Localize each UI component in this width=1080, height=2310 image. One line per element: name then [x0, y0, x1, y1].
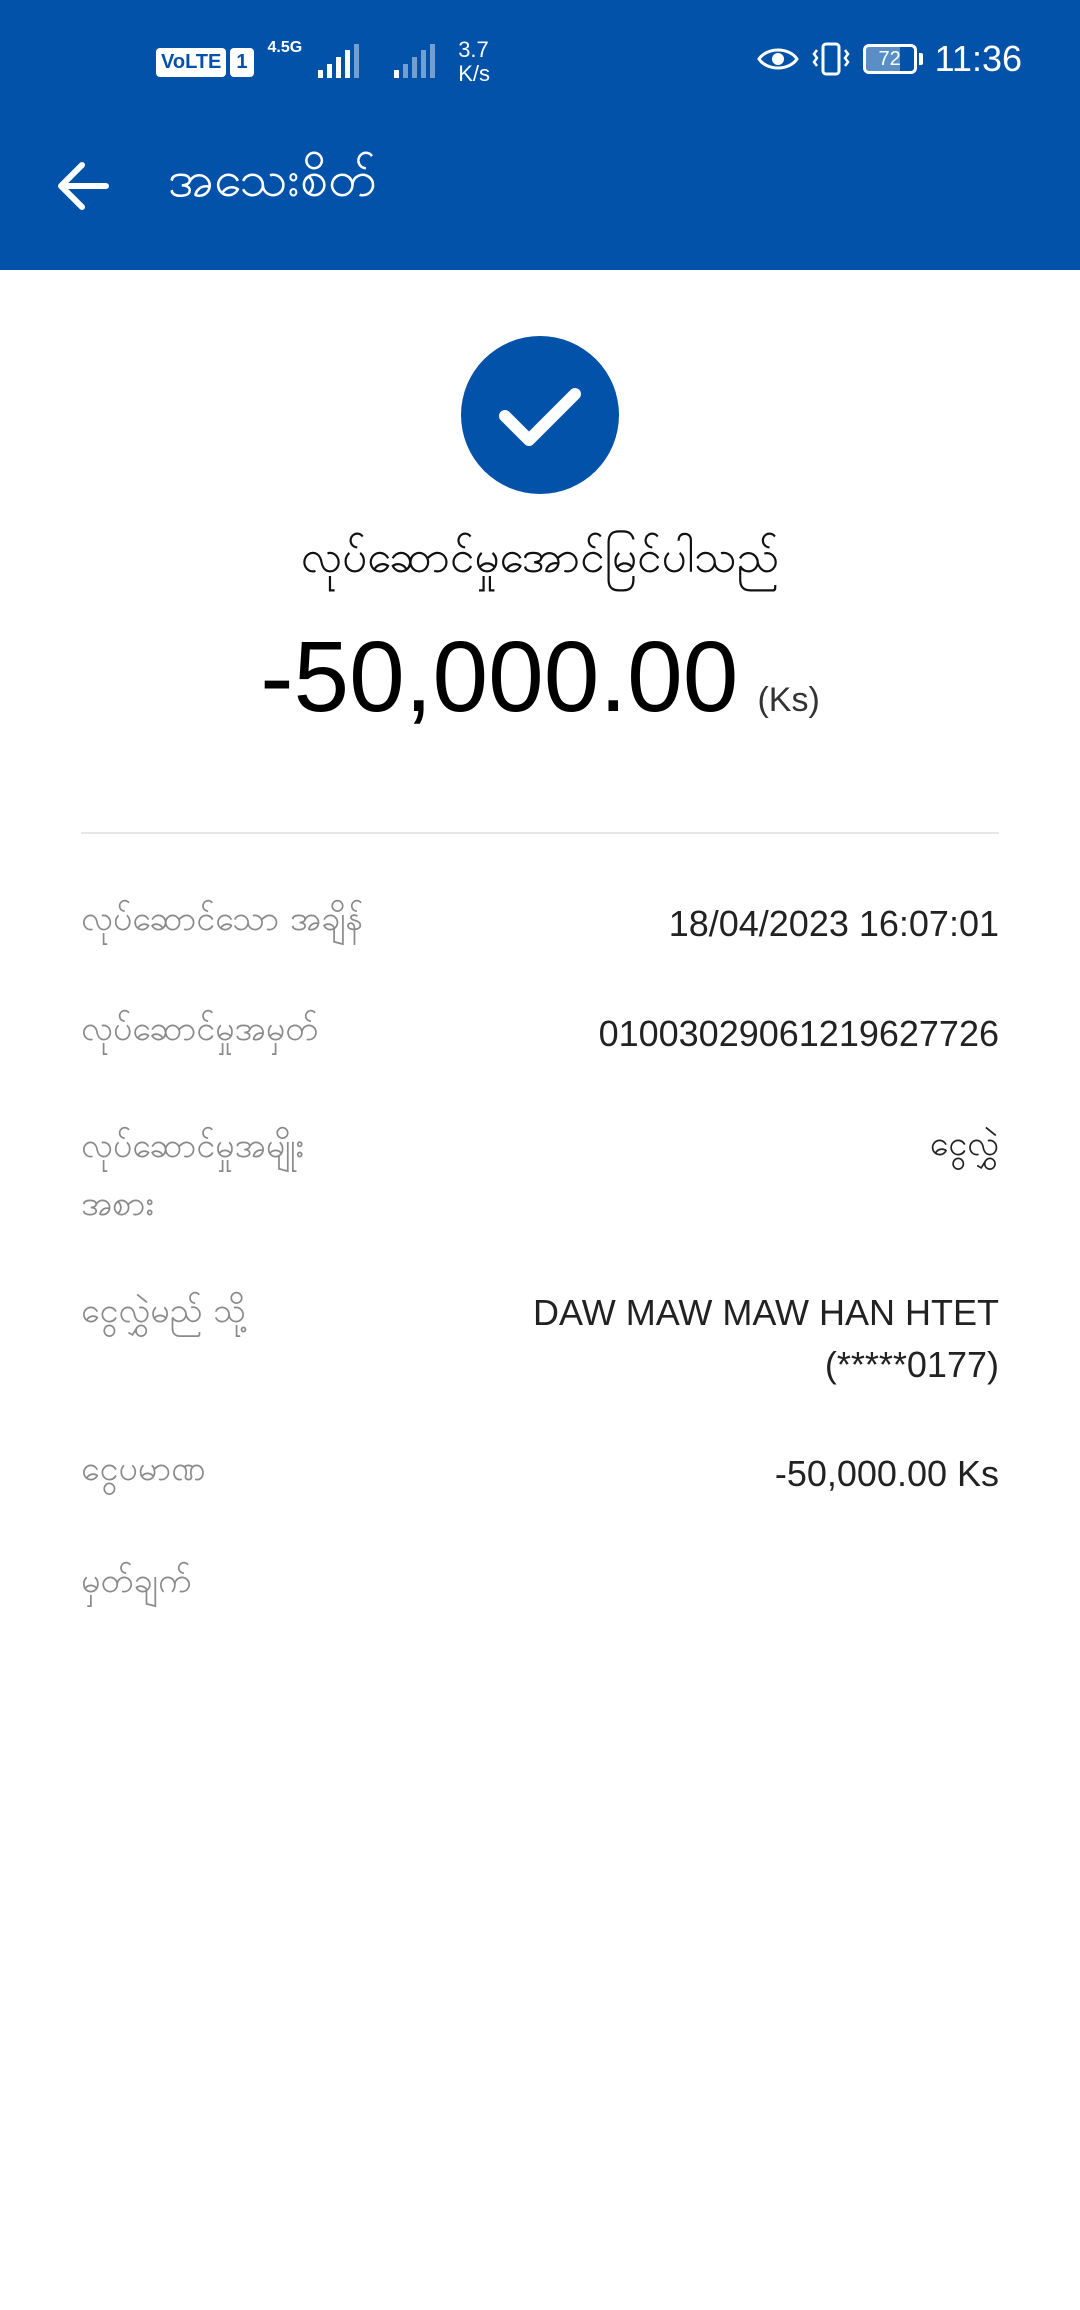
recipient-account: (*****0177) — [824, 1344, 999, 1385]
status-time: 11:36 — [934, 38, 1022, 79]
signal-icon — [318, 44, 360, 78]
page-title: အသေးစိတ် — [168, 150, 377, 208]
section-divider — [81, 832, 999, 834]
recipient-label: ငွေလွှဲမည် သို့ — [81, 1291, 247, 1331]
network-speed: 3.7 K/s — [458, 38, 490, 86]
eye-icon — [756, 48, 799, 70]
transaction-id-label: လုပ်ဆောင်မှုအမှတ် — [81, 1009, 319, 1049]
recipient-name: DAW MAW MAW HAN HTET — [533, 1292, 999, 1333]
success-message: လုပ်ဆောင်မှုအောင်မြင်ပါသည် — [300, 532, 780, 583]
transaction-time-value: 18/04/2023 16:07:01 — [668, 903, 999, 944]
app-header: VoLTE 1 4.5G 3.7 K/s 72 11:36 အသေးစိတ် — [0, 0, 1080, 270]
status-bar-left: VoLTE 1 4.5G 3.7 K/s — [156, 38, 490, 86]
transaction-amount: -50,000.00 — [260, 621, 739, 733]
recipient-value: DAW MAW MAW HAN HTET (*****0177) — [439, 1287, 999, 1391]
transaction-type-label-line2: အစား — [81, 1184, 154, 1224]
amount-value: -50,000.00 Ks — [774, 1453, 999, 1494]
network-type-label: 4.5G — [267, 39, 303, 56]
battery-percentage: 72 — [878, 47, 901, 70]
volte-badge: VoLTE 1 — [156, 47, 254, 77]
check-icon — [499, 388, 581, 446]
battery-tip — [918, 53, 923, 65]
success-check-badge — [461, 336, 619, 494]
transaction-id-value: 01003029061219627726 — [598, 1013, 999, 1054]
amount-label: ငွေပမာဏ — [81, 1449, 206, 1489]
currency-label: (Ks) — [757, 681, 820, 719]
status-bar-right: 72 11:36 — [756, 38, 1022, 80]
transaction-type-value: ငွေလွှဲ — [929, 1124, 999, 1164]
arrow-left-icon — [58, 162, 109, 210]
amount-display: -50,000.00 (Ks) — [0, 620, 1080, 735]
signal-icon-sim2 — [394, 44, 436, 78]
battery-body: 72 — [862, 44, 917, 74]
vibrate-icon — [812, 42, 850, 76]
network-speed-value: 3.7 — [458, 37, 489, 62]
transaction-time-label: လုပ်ဆောင်သော အချိန် — [81, 899, 364, 939]
network-speed-unit: K/s — [458, 61, 490, 86]
volte-label: VoLTE — [156, 47, 227, 77]
transaction-type-label-line1: လုပ်ဆောင်မှုအမျိုး — [81, 1126, 305, 1166]
battery-icon: 72 — [862, 44, 923, 74]
sim-number: 1 — [230, 47, 254, 77]
status-bar: VoLTE 1 4.5G 3.7 K/s 72 11:36 — [0, 0, 1080, 125]
back-button[interactable] — [54, 158, 114, 214]
remark-label: မှတ်ချက် — [81, 1561, 192, 1601]
transaction-type-label: လုပ်ဆောင်မှုအမျိုး အစား — [81, 1117, 441, 1233]
